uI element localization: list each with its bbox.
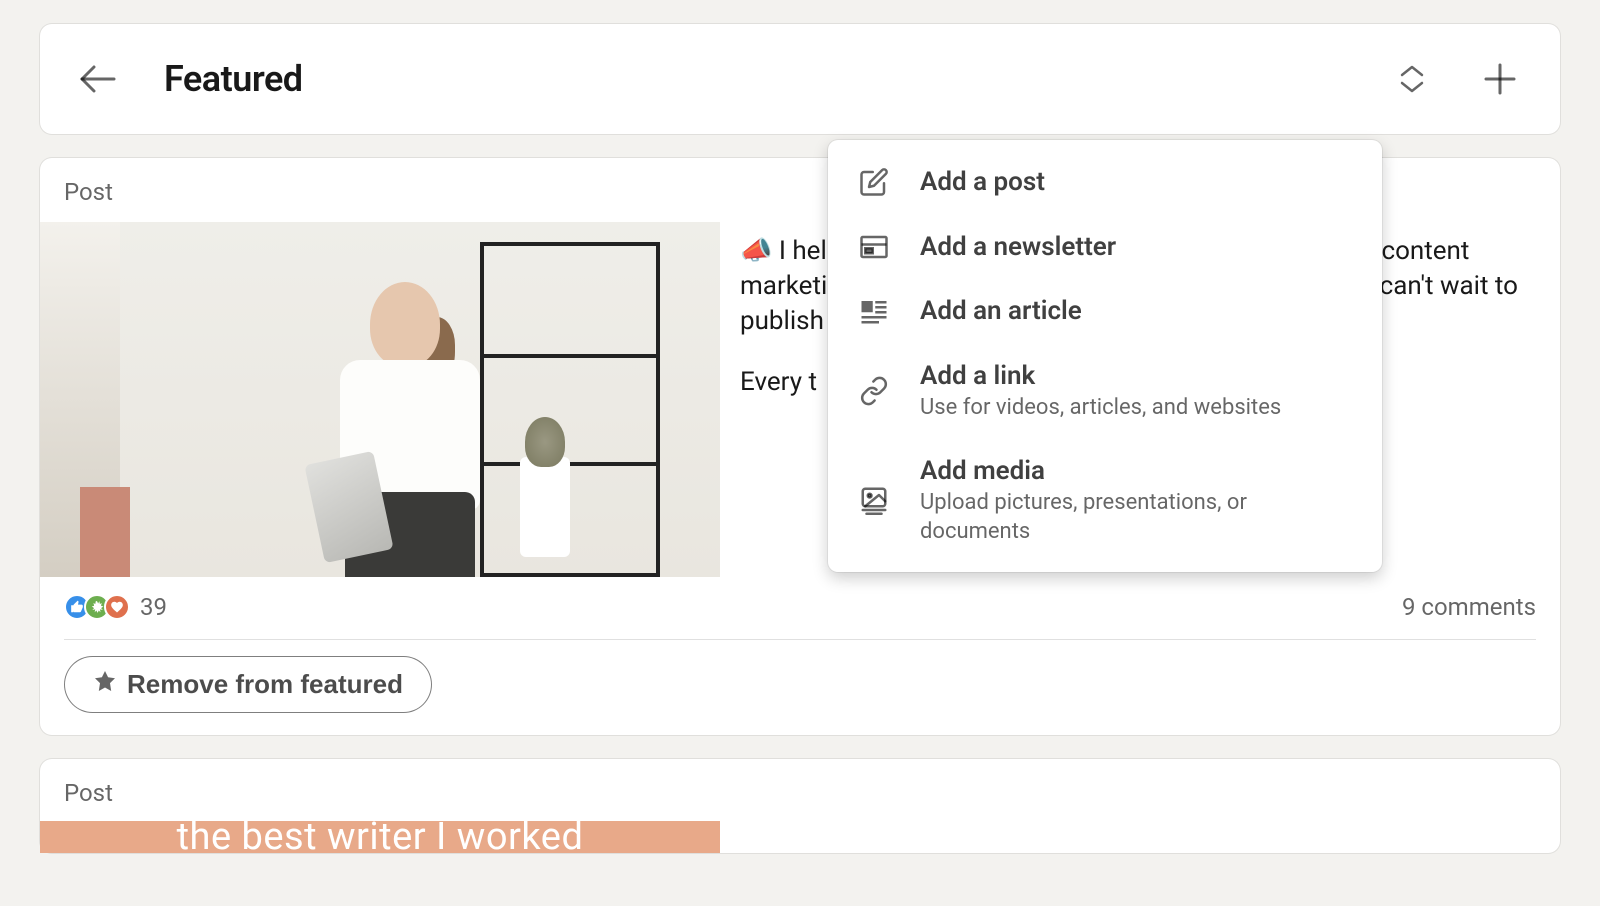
page-title: Featured [164, 58, 303, 100]
post-image[interactable]: the best writer I worked [40, 821, 720, 853]
menu-item-subtitle: Use for videos, articles, and websites [920, 394, 1352, 423]
image-caption-text: the best writer I worked [177, 821, 584, 853]
reaction-count: 39 [140, 593, 167, 621]
menu-item-add-post[interactable]: Add a post [828, 150, 1382, 215]
reorder-icon[interactable] [1392, 59, 1432, 99]
remove-from-featured-button[interactable]: Remove from featured [64, 656, 432, 713]
love-reaction-icon [104, 594, 130, 620]
post-type-label: Post [40, 759, 1560, 821]
header-left: Featured [80, 58, 303, 100]
post-body: the best writer I worked [40, 821, 1560, 853]
menu-item-subtitle: Upload pictures, presentations, or docum… [920, 489, 1352, 546]
menu-item-title: Add an article [920, 295, 1352, 328]
compose-icon [858, 166, 890, 198]
featured-header: Featured [40, 24, 1560, 134]
post-image[interactable] [40, 222, 720, 577]
menu-item-title: Add a post [920, 166, 1352, 199]
article-icon [858, 295, 890, 327]
menu-item-add-media[interactable]: Add media Upload pictures, presentations… [828, 439, 1382, 563]
newsletter-icon [858, 231, 890, 263]
comments-count[interactable]: 9 comments [1402, 593, 1536, 621]
back-arrow-icon[interactable] [80, 65, 116, 93]
engagement-row: 39 9 comments [40, 577, 1560, 639]
reactions[interactable]: 39 [64, 593, 167, 621]
link-icon [858, 375, 890, 407]
menu-item-add-newsletter[interactable]: Add a newsletter [828, 215, 1382, 280]
remove-button-label: Remove from featured [127, 669, 403, 700]
media-icon [858, 484, 890, 516]
menu-item-title: Add a link [920, 360, 1352, 393]
star-icon [93, 669, 117, 700]
menu-item-add-article[interactable]: Add an article [828, 279, 1382, 344]
menu-item-title: Add a newsletter [920, 231, 1352, 264]
menu-item-add-link[interactable]: Add a link Use for videos, articles, and… [828, 344, 1382, 439]
header-right [1392, 59, 1520, 99]
add-menu-dropdown: Add a post Add a newsletter [828, 140, 1382, 572]
add-icon[interactable] [1480, 59, 1520, 99]
featured-post-card-2: Post the best writer I worked [40, 759, 1560, 853]
action-row: Remove from featured [40, 640, 1560, 735]
menu-item-title: Add media [920, 455, 1352, 488]
reaction-icons [64, 594, 130, 620]
